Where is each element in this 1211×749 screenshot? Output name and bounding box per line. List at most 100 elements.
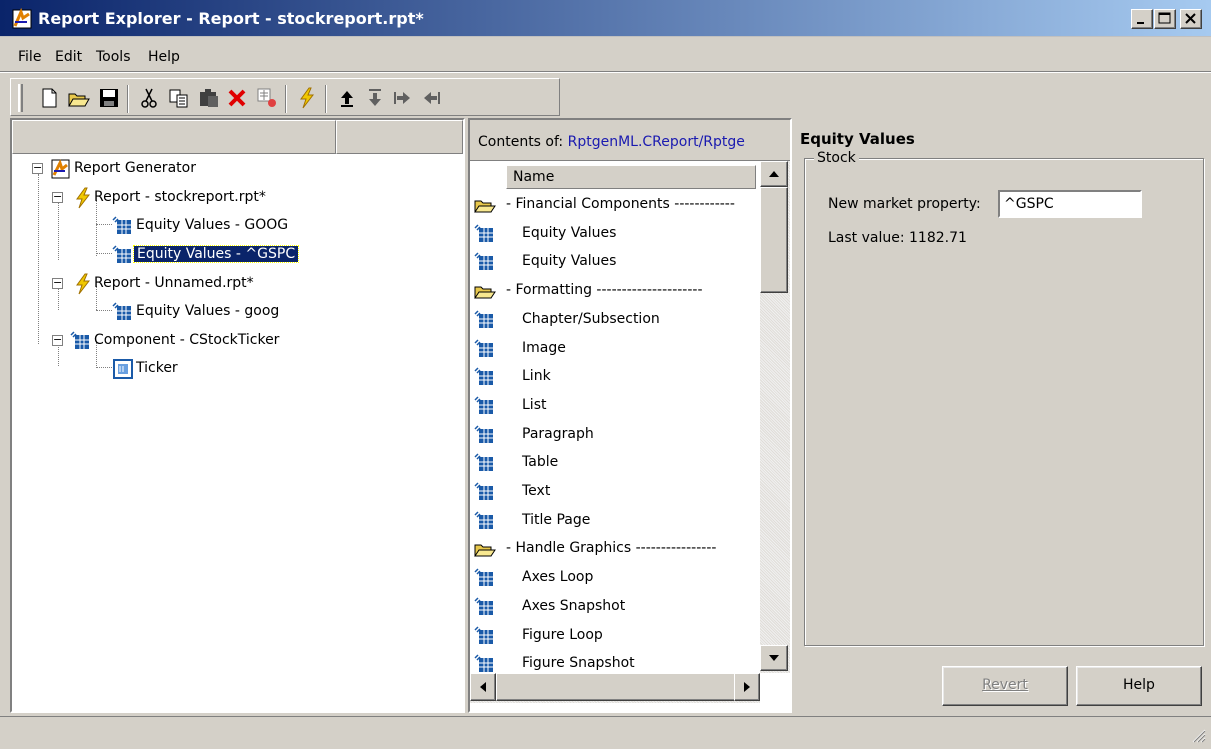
stock-group-label: Stock (814, 150, 859, 166)
minimize-button[interactable] (1131, 9, 1153, 29)
move-up-button[interactable] (335, 86, 359, 110)
new-button[interactable] (37, 86, 61, 110)
list-item[interactable]: Equity Values (470, 248, 760, 276)
list-item[interactable]: Figure Loop (470, 622, 760, 650)
collapse-toggle[interactable]: − (52, 334, 63, 346)
component-icon (474, 597, 493, 615)
list-item-label: - Formatting --------------------- (506, 282, 703, 299)
run-report-button[interactable] (295, 86, 319, 110)
list-item-label: Text (522, 483, 551, 499)
list-item-label: Axes Loop (522, 569, 594, 586)
component-icon (474, 453, 493, 472)
list-item[interactable]: Image (470, 335, 760, 363)
list-folder-item[interactable]: - Handle Graphics ---------------- (470, 535, 760, 563)
menu-edit[interactable]: Edit (55, 49, 82, 65)
scroll-down-button[interactable] (760, 645, 788, 671)
component-icon (474, 310, 493, 328)
tree-header-cell (12, 120, 336, 154)
component-list[interactable]: Name - Financial Components ------------… (470, 160, 790, 711)
list-item-label: Table (522, 454, 559, 471)
list-folder-item[interactable]: - Formatting --------------------- (470, 277, 760, 305)
menu-help[interactable]: Help (148, 49, 180, 65)
revert-button[interactable]: Revert (942, 666, 1068, 706)
tree-node-label: Report - Unnamed.rpt* (94, 275, 254, 291)
scroll-up-button[interactable] (760, 161, 788, 187)
market-property-label: New market property: (828, 196, 981, 212)
move-down-button[interactable] (363, 86, 387, 110)
name-column-header[interactable]: Name (506, 165, 756, 189)
tree-node-label: Equity Values - GOOG (136, 217, 289, 233)
collapse-toggle[interactable]: − (52, 277, 63, 289)
outline-tree[interactable]: − Report Generator − Report - stockrepor… (10, 118, 465, 713)
component-palette: Contents of: RptgenML.CReport/Rptge Name… (468, 118, 792, 713)
demote-button[interactable] (391, 86, 415, 110)
lightning-icon (76, 273, 91, 295)
list-item[interactable]: Text (470, 478, 760, 506)
hscroll-thumb[interactable] (496, 673, 736, 701)
promote-icon (424, 92, 440, 104)
tree-node-label: Report - stockreport.rpt* (94, 189, 266, 205)
menu-bar: File Edit Tools Help (0, 41, 1211, 71)
list-item[interactable]: Equity Values (470, 220, 760, 248)
list-item-label: Figure Snapshot (522, 655, 635, 672)
collapse-toggle[interactable]: − (52, 191, 63, 203)
scroll-thumb[interactable] (760, 187, 788, 293)
tree-header-cell (336, 120, 463, 154)
delete-children-button[interactable] (255, 86, 279, 110)
tree-node-label: Component - CStockTicker (94, 332, 280, 348)
list-item[interactable]: Table (470, 449, 760, 477)
component-icon (112, 302, 131, 320)
close-icon (1185, 13, 1196, 24)
folder-open-icon (474, 544, 496, 557)
list-item[interactable]: Link (470, 363, 760, 391)
save-icon (100, 89, 118, 107)
scroll-right-button[interactable] (734, 673, 760, 701)
horizontal-scrollbar[interactable] (470, 673, 760, 703)
tree-connector (96, 224, 112, 225)
close-button[interactable] (1180, 9, 1202, 29)
copy-button[interactable] (167, 86, 191, 110)
list-item-label: Title Page (522, 511, 591, 528)
move-up-icon (341, 91, 353, 107)
list-item-label: Chapter/Subsection (522, 310, 660, 327)
list-item[interactable]: Title Page (470, 507, 760, 535)
run-report-icon (300, 87, 315, 109)
list-item-label: Image (522, 339, 566, 356)
scroll-left-button[interactable] (470, 673, 496, 701)
component-icon (474, 654, 493, 673)
open-button[interactable] (67, 86, 91, 110)
copy-icon (169, 89, 188, 108)
promote-button[interactable] (419, 86, 443, 110)
resize-grip-icon[interactable] (1188, 725, 1206, 743)
list-folder-item[interactable]: - Financial Components ------------ (470, 191, 760, 219)
menu-tools[interactable]: Tools (96, 49, 131, 65)
list-item[interactable]: Axes Loop (470, 564, 760, 592)
help-button[interactable]: Help (1076, 666, 1202, 706)
properties-title: Equity Values (800, 130, 915, 148)
tree-connector (38, 174, 39, 344)
toolbar-grip[interactable] (18, 84, 23, 112)
open-icon (68, 93, 90, 107)
delete-button[interactable] (225, 86, 249, 110)
maximize-button[interactable] (1154, 9, 1176, 29)
cut-button[interactable] (137, 86, 161, 110)
contents-label: Contents of: RptgenML.CReport/Rptge (478, 134, 745, 150)
save-button[interactable] (97, 86, 121, 110)
vertical-scrollbar[interactable] (760, 161, 790, 673)
list-item[interactable]: Axes Snapshot (470, 593, 760, 621)
list-item-label: Link (522, 368, 551, 385)
tree-connector (96, 253, 112, 254)
list-item[interactable]: Paragraph (470, 421, 760, 449)
menu-divider (0, 71, 1211, 73)
demote-icon (394, 92, 410, 104)
market-property-input[interactable] (998, 190, 1142, 218)
paste-button[interactable] (197, 86, 221, 110)
toolbar-separator (325, 85, 327, 113)
tree-node-label: Equity Values - goog (136, 303, 280, 319)
arrow-up-icon (769, 171, 779, 177)
list-item[interactable]: Chapter/Subsection (470, 306, 760, 334)
folder-open-icon (474, 200, 496, 213)
collapse-toggle[interactable]: − (32, 162, 43, 174)
menu-file[interactable]: File (18, 49, 41, 65)
list-item[interactable]: List (470, 392, 760, 420)
